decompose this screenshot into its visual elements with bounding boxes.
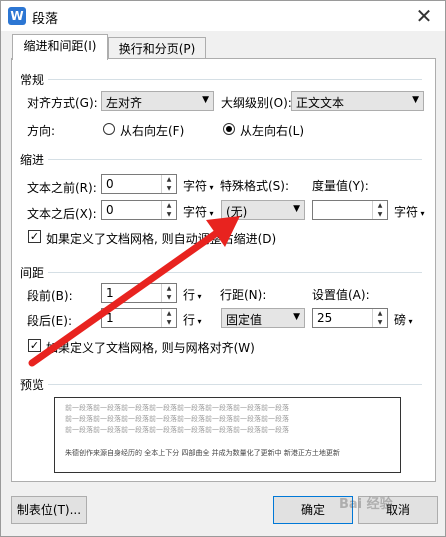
tab-indent-spacing[interactable]: 缩进和间距(I) (12, 34, 108, 60)
annotation-arrow (28, 216, 240, 367)
arrow-head (206, 216, 240, 247)
arrow-shaft (28, 221, 232, 367)
